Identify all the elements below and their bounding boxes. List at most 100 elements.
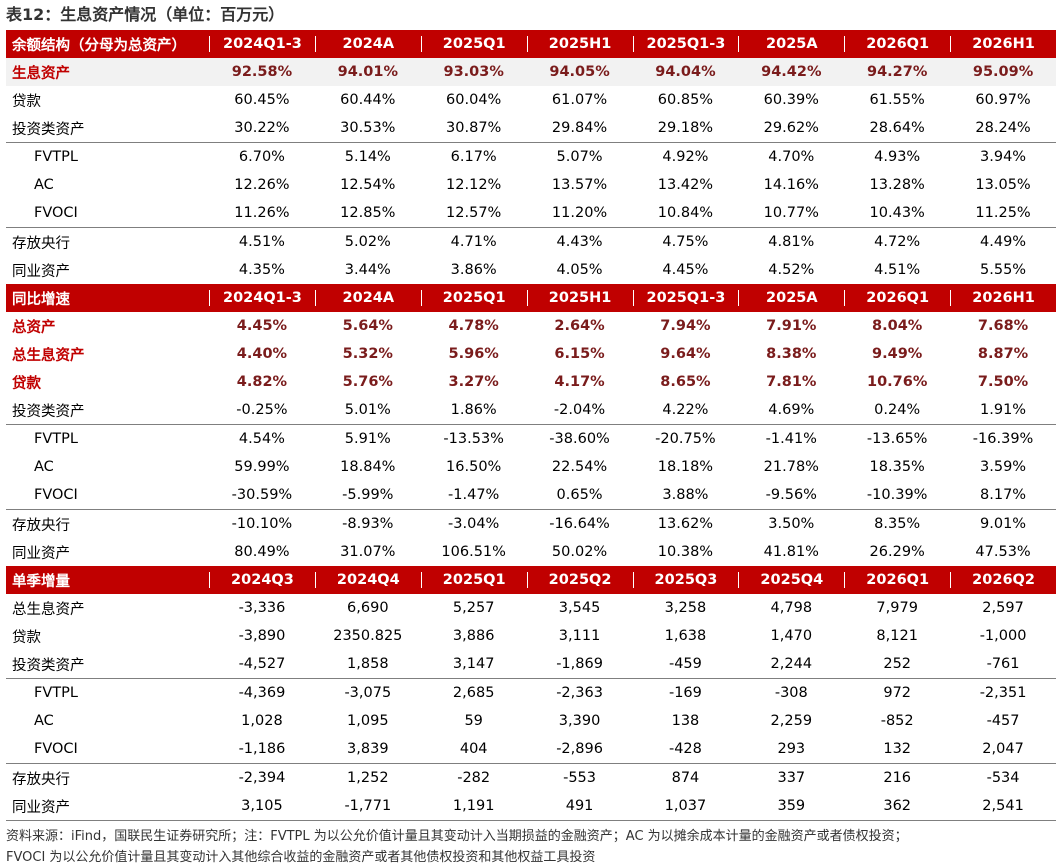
table-cell: 1,470	[770, 628, 813, 644]
table-cell: 4.05%	[556, 262, 603, 278]
table-row: FVOCI 11.26% 12.85% 12.57% 11.20% 10.84% 10.77…	[6, 199, 1056, 228]
table-cell: 5.91%	[344, 431, 391, 447]
table-cell: 18.18%	[657, 459, 714, 475]
table-row: 投资类资产 -0.25% 5.01% 1.86% -2.04% 4.22% 4.69% 0.2…	[6, 396, 1056, 425]
period-header: 2024Q3	[209, 572, 315, 588]
table-cell: -428	[668, 741, 702, 757]
table-cell: 94.05%	[549, 64, 610, 80]
table-cell: -1,869	[556, 656, 603, 672]
table-cell: 18.35%	[869, 459, 925, 475]
row-label: 总生息资产	[12, 601, 85, 618]
table-cell: 2.64%	[554, 318, 605, 334]
row-label: FVTPL	[34, 431, 78, 447]
table-cell: 7,979	[876, 600, 918, 616]
table-cell: 3.50%	[768, 516, 815, 532]
table-cell: -16.39%	[972, 431, 1034, 447]
table-cell: 29.84%	[551, 120, 608, 136]
table-cell: -4,369	[238, 685, 286, 701]
table-cell: 3,258	[664, 600, 707, 616]
row-label: 总资产	[12, 319, 56, 336]
table-cell: 293	[777, 741, 806, 757]
table-cell: 5.76%	[342, 374, 393, 390]
table-cell: 31.07%	[340, 544, 396, 560]
table-cell: 362	[883, 798, 912, 814]
table-row: 贷款 4.82% 5.76% 3.27% 4.17% 8.65% 7.81% 10.76% 7.…	[6, 368, 1056, 396]
table-cell: 5.01%	[344, 402, 391, 418]
section-title: 余额结构（分母为总资产）	[12, 37, 186, 54]
table-cell: 18.84%	[340, 459, 396, 475]
section-header: 余额结构（分母为总资产） 2024Q1-3 2024A 2025Q1 2025H1 202…	[6, 30, 1056, 58]
table-cell: 12.12%	[446, 177, 502, 193]
row-label: 投资类资产	[12, 657, 85, 674]
table-cell: 1,191	[452, 798, 495, 814]
table-cell: 12.85%	[340, 205, 396, 221]
table-row: 同业资产 80.49% 31.07% 106.51% 50.02% 10.38% 41.81…	[6, 538, 1056, 566]
period-header: 2025Q1	[420, 290, 527, 306]
table-row: FVOCI -30.59% -5.99% -1.47% 0.65% 3.88% -9.56%…	[6, 481, 1056, 510]
table-row: 总生息资产 -3,336 6,690 5,257 3,545 3,258 4,798 7,97…	[6, 594, 1056, 622]
table-cell: 491	[565, 798, 594, 814]
period-header: 2024Q1-3	[209, 290, 315, 306]
table-cell: 4.92%	[662, 149, 709, 165]
table-cell: 4.82%	[236, 374, 288, 390]
table-cell: -459	[668, 656, 702, 672]
row-label: 贷款	[12, 375, 41, 392]
table-cell: -20.75%	[655, 431, 716, 447]
table-cell: 29.62%	[763, 120, 819, 136]
row-label: FVOCI	[34, 205, 78, 221]
table-cell: 3.44%	[344, 262, 391, 278]
table-cell: -761	[986, 656, 1020, 672]
table-cell: 30.87%	[446, 120, 502, 136]
table-cell: 14.16%	[763, 177, 819, 193]
table-cell: 5.02%	[344, 234, 391, 250]
table-cell: 5,257	[452, 600, 495, 616]
table-cell: 7.91%	[766, 318, 817, 334]
period-header: 2025Q4	[738, 572, 844, 588]
table-cell: 3,545	[558, 600, 601, 616]
table-row: 贷款 -3,890 2350.825 3,886 3,111 1,638 1,470 8,12…	[6, 622, 1056, 650]
table-cell: 59	[464, 713, 483, 729]
table-cell: -457	[986, 713, 1020, 729]
table-cell: 1.91%	[980, 402, 1027, 418]
table-cell: 13.42%	[657, 177, 714, 193]
table-cell: 8.87%	[977, 346, 1029, 362]
table-cell: 60.85%	[657, 92, 714, 108]
table-row: 总资产 4.45% 5.64% 4.78% 2.64% 7.94% 7.91% 8.04% 7.…	[6, 312, 1056, 340]
table-cell: 4.43%	[556, 234, 603, 250]
period-header: 2026Q2	[950, 572, 1056, 588]
table-title: 表12：生息资产情况（单位：百万元）	[6, 5, 285, 24]
row-label: FVTPL	[34, 149, 78, 165]
table-cell: 60.39%	[763, 92, 819, 108]
section-title: 单季增量	[12, 573, 70, 590]
table-cell: 4.40%	[236, 346, 288, 362]
table-cell: 9.49%	[872, 346, 923, 362]
table-cell: 1,638	[664, 628, 707, 644]
row-label: 总生息资产	[12, 347, 85, 364]
table-row: 总生息资产 4.40% 5.32% 5.96% 6.15% 9.64% 8.38% 9.49%…	[6, 340, 1056, 368]
period-header: 2025Q1	[420, 572, 527, 588]
table-cell: 874	[671, 770, 700, 786]
table-cell: 6.15%	[554, 346, 605, 362]
table-cell: -1,771	[344, 798, 392, 814]
table-cell: -169	[668, 685, 702, 701]
table-cell: -553	[563, 770, 597, 786]
table-cell: 1,037	[664, 798, 707, 814]
row-label: FVTPL	[34, 685, 78, 701]
table-cell: 93.03%	[443, 64, 504, 80]
table-cell: 3.94%	[980, 149, 1027, 165]
table-cell: 92.58%	[231, 64, 293, 80]
table-cell: 11.25%	[975, 205, 1031, 221]
table-cell: 4.17%	[554, 374, 605, 390]
table-cell: 13.28%	[869, 177, 925, 193]
table-cell: 28.64%	[869, 120, 925, 136]
period-header: 2025Q1-3	[632, 36, 739, 52]
table-cell: 7.68%	[977, 318, 1029, 334]
table-cell: 3,390	[558, 713, 601, 729]
table-cell: 0.24%	[874, 402, 921, 418]
table-cell: 4.51%	[874, 262, 921, 278]
table-cell: -30.59%	[231, 487, 293, 503]
table-cell: 2350.825	[333, 628, 403, 644]
table-cell: 5.07%	[556, 149, 603, 165]
table-cell: 10.43%	[869, 205, 925, 221]
table-cell: 10.84%	[657, 205, 714, 221]
